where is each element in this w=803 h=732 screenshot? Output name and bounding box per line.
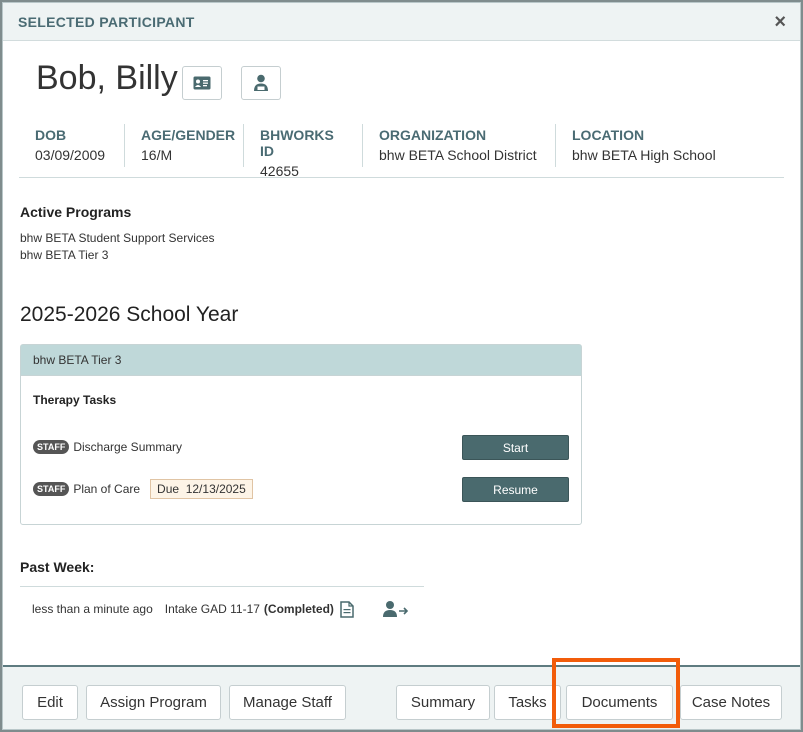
assign-person-icon[interactable]	[382, 600, 410, 618]
demo-value: 03/09/2009	[35, 147, 106, 163]
demo-age-gender: AGE/GENDER 16/M	[124, 124, 243, 167]
demo-label: LOCATION	[572, 127, 645, 143]
active-programs-heading: Active Programs	[20, 204, 132, 220]
demo-label: DOB	[35, 127, 67, 143]
assign-program-button[interactable]: Assign Program	[86, 685, 221, 720]
task-name: Discharge Summary	[73, 440, 183, 454]
demo-value: bhw BETA School District	[379, 147, 537, 163]
modal-header: SELECTED PARTICIPANT ×	[3, 3, 800, 41]
task-row: STAFF Discharge Summary	[33, 435, 182, 459]
resume-button[interactable]: Resume	[462, 477, 569, 502]
activity-name: Intake GAD 11-17	[164, 602, 260, 616]
demo-value: bhw BETA High School	[572, 147, 716, 163]
modal-title: SELECTED PARTICIPANT	[18, 14, 195, 30]
demo-value: 42655	[260, 163, 299, 179]
past-week-heading: Past Week:	[20, 559, 95, 575]
staff-person-icon	[254, 74, 268, 91]
demo-value: 16/M	[141, 147, 173, 163]
program-card-title: bhw BETA Tier 3	[21, 345, 581, 376]
demo-location: LOCATION bhw BETA High School	[555, 124, 755, 167]
participant-name: Bob, Billy	[36, 59, 178, 97]
staff-badge: STAFF	[33, 440, 70, 454]
therapy-tasks-heading: Therapy Tasks	[33, 393, 117, 407]
summary-button[interactable]: Summary	[396, 685, 490, 720]
past-week-item: less than a minute ago Intake GAD 11-17 …	[32, 600, 410, 618]
case-notes-button[interactable]: Case Notes	[680, 685, 782, 720]
demo-organization: ORGANIZATION bhw BETA School District	[362, 124, 555, 167]
start-button[interactable]: Start	[462, 435, 569, 460]
program-item: bhw BETA Student Support Services	[20, 231, 215, 245]
staff-button[interactable]	[241, 66, 281, 100]
id-card-icon	[193, 76, 211, 90]
staff-badge: STAFF	[33, 482, 70, 496]
task-row: STAFF Plan of Care Due 12/13/2025	[33, 477, 253, 501]
activity-status: (Completed)	[263, 602, 334, 616]
tasks-button[interactable]: Tasks	[494, 685, 561, 720]
demographics-row: DOB 03/09/2009 AGE/GENDER 16/M BHWORKS I…	[19, 124, 784, 179]
demo-label: ORGANIZATION	[379, 127, 487, 143]
documents-highlight-box	[552, 658, 680, 728]
demo-label: BHWORKS ID	[260, 127, 334, 159]
modal-footer: Edit Assign Program Manage Staff Summary…	[3, 665, 800, 729]
edit-button[interactable]: Edit	[22, 685, 78, 720]
demo-dob: DOB 03/09/2009	[19, 124, 124, 167]
close-icon[interactable]: ×	[774, 10, 786, 34]
divider	[20, 586, 424, 587]
participant-modal: SELECTED PARTICIPANT × Bob, Billy DOB 03…	[2, 2, 801, 730]
program-card: bhw BETA Tier 3 Therapy Tasks STAFF Disc…	[20, 344, 582, 525]
task-name: Plan of Care	[73, 482, 141, 496]
demo-label: AGE/GENDER	[141, 127, 236, 143]
school-year-heading: 2025-2026 School Year	[20, 303, 239, 326]
program-item: bhw BETA Tier 3	[20, 248, 109, 262]
document-icon[interactable]	[340, 600, 354, 618]
due-date-badge: Due 12/13/2025	[150, 479, 253, 499]
manage-staff-button[interactable]: Manage Staff	[229, 685, 346, 720]
activity-time: less than a minute ago	[32, 602, 153, 616]
id-card-button[interactable]	[182, 66, 222, 100]
demo-bhworks-id: BHWORKS ID 42655	[243, 124, 362, 179]
